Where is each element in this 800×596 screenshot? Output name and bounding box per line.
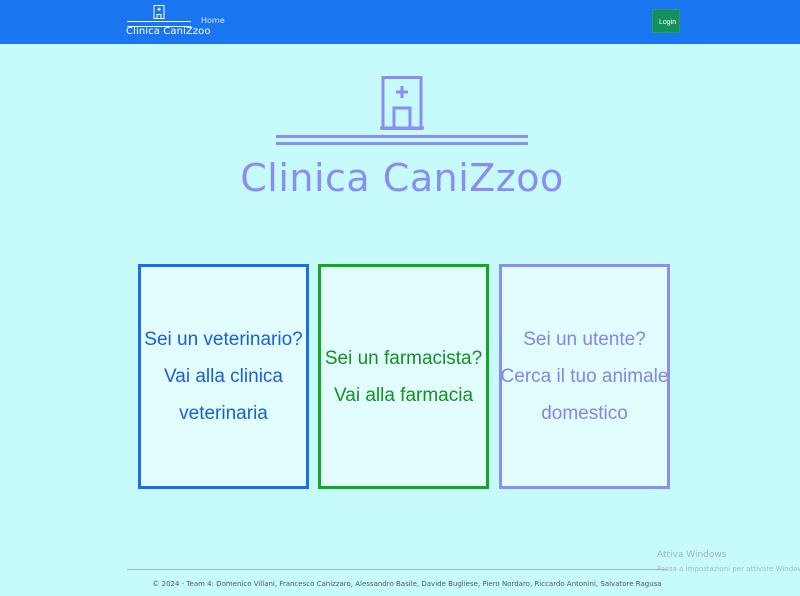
user-card-line2: Cerca il tuo animale: [500, 366, 669, 387]
hero-divider-lines: [276, 135, 528, 145]
pharmacist-card-line2: Vai alla farmacia: [333, 384, 474, 406]
footer-copyright: © 2024 - Team 4: Domenico Villani, Franc…: [152, 580, 662, 588]
user-card-text: Sei un utente? Cerca il tuo animale dome…: [495, 321, 675, 432]
brand-name: Clinica CaniZzoo: [126, 26, 211, 37]
hero-title: Clinica CaniZzoo: [240, 156, 564, 200]
veterinarian-card-line3: veterinaria: [179, 403, 268, 424]
nav-home-link[interactable]: Home: [201, 16, 225, 25]
pharmacist-card-line1: Sei un farmacista?: [324, 347, 483, 369]
clinic-building-icon: [153, 5, 165, 19]
brand-logo-link[interactable]: Clinica CaniZzoo: [126, 5, 211, 39]
user-card-line1: Sei un utente?: [523, 329, 646, 350]
veterinarian-card-line1: Sei un veterinario?: [144, 329, 303, 350]
pharmacist-card[interactable]: Sei un farmacista? Vai alla farmacia: [318, 264, 489, 489]
windows-activation-subtitle: Passa a Impostazioni per attivare Window…: [657, 565, 800, 573]
pharmacist-card-text: Sei un farmacista? Vai alla farmacia: [319, 340, 488, 414]
windows-activation-title: Attiva Windows: [657, 550, 727, 560]
veterinarian-card[interactable]: Sei un veterinario? Vai alla clinica vet…: [138, 264, 309, 489]
navbar: Clinica CaniZzoo Home Login: [0, 0, 800, 44]
clinic-building-icon-large: [380, 76, 424, 130]
page: Clinica CaniZzoo Home Login Clinica Cani…: [0, 0, 800, 596]
login-button[interactable]: Login: [652, 9, 680, 33]
veterinarian-card-text: Sei un veterinario? Vai alla clinica vet…: [138, 321, 308, 432]
veterinarian-card-line2: Vai alla clinica: [164, 366, 283, 387]
user-card[interactable]: Sei un utente? Cerca il tuo animale dome…: [499, 264, 670, 489]
footer-divider: [127, 569, 667, 570]
user-card-line3: domestico: [541, 403, 628, 424]
